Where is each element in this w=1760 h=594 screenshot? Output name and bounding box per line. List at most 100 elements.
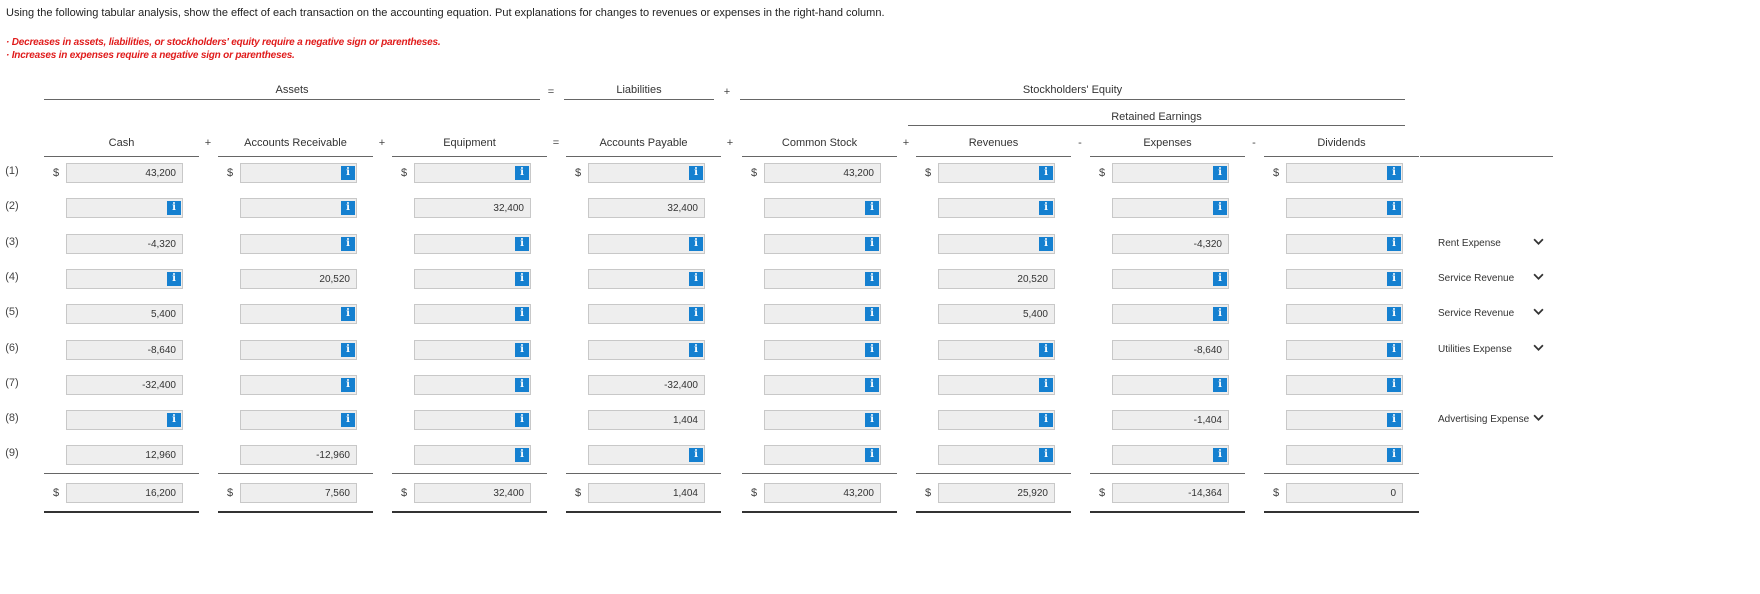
explanation-select[interactable]: Service Revenue bbox=[1426, 269, 1546, 289]
info-icon[interactable]: i bbox=[1213, 448, 1227, 462]
amount-input[interactable] bbox=[764, 410, 881, 430]
amount-input[interactable] bbox=[938, 163, 1055, 183]
amount-input[interactable] bbox=[764, 198, 881, 218]
info-icon[interactable]: i bbox=[1387, 378, 1401, 392]
amount-input[interactable] bbox=[1286, 269, 1403, 289]
info-icon[interactable]: i bbox=[865, 237, 879, 251]
info-icon[interactable]: i bbox=[515, 272, 529, 286]
amount-input[interactable] bbox=[1286, 375, 1403, 395]
info-icon[interactable]: i bbox=[1213, 201, 1227, 215]
amount-input[interactable] bbox=[1286, 410, 1403, 430]
info-icon[interactable]: i bbox=[341, 166, 355, 180]
info-icon[interactable]: i bbox=[1039, 413, 1053, 427]
info-icon[interactable]: i bbox=[1039, 378, 1053, 392]
amount-input[interactable]: -32,400 bbox=[66, 375, 183, 395]
total-input[interactable]: 0 bbox=[1286, 483, 1403, 503]
amount-input[interactable] bbox=[938, 375, 1055, 395]
amount-input[interactable] bbox=[414, 234, 531, 254]
amount-input[interactable] bbox=[240, 234, 357, 254]
amount-input[interactable] bbox=[938, 198, 1055, 218]
amount-input[interactable]: 1,404 bbox=[588, 410, 705, 430]
amount-input[interactable] bbox=[1286, 198, 1403, 218]
amount-input[interactable] bbox=[588, 445, 705, 465]
amount-input[interactable] bbox=[66, 198, 183, 218]
amount-input[interactable] bbox=[414, 340, 531, 360]
info-icon[interactable]: i bbox=[689, 307, 703, 321]
amount-input[interactable] bbox=[414, 445, 531, 465]
amount-input[interactable] bbox=[1286, 234, 1403, 254]
amount-input[interactable] bbox=[1112, 445, 1229, 465]
info-icon[interactable]: i bbox=[1039, 201, 1053, 215]
amount-input[interactable]: 32,400 bbox=[588, 198, 705, 218]
amount-input[interactable] bbox=[414, 163, 531, 183]
amount-input[interactable]: 43,200 bbox=[66, 163, 183, 183]
info-icon[interactable]: i bbox=[1039, 343, 1053, 357]
info-icon[interactable]: i bbox=[515, 237, 529, 251]
info-icon[interactable]: i bbox=[1387, 307, 1401, 321]
amount-input[interactable] bbox=[240, 198, 357, 218]
amount-input[interactable] bbox=[66, 410, 183, 430]
info-icon[interactable]: i bbox=[1387, 237, 1401, 251]
info-icon[interactable]: i bbox=[865, 272, 879, 286]
amount-input[interactable] bbox=[938, 340, 1055, 360]
info-icon[interactable]: i bbox=[1213, 378, 1227, 392]
info-icon[interactable]: i bbox=[689, 166, 703, 180]
amount-input[interactable] bbox=[1286, 304, 1403, 324]
info-icon[interactable]: i bbox=[1387, 166, 1401, 180]
amount-input[interactable]: 12,960 bbox=[66, 445, 183, 465]
amount-input[interactable] bbox=[588, 269, 705, 289]
info-icon[interactable]: i bbox=[1213, 307, 1227, 321]
total-input[interactable]: -14,364 bbox=[1112, 483, 1229, 503]
info-icon[interactable]: i bbox=[515, 448, 529, 462]
info-icon[interactable]: i bbox=[1387, 448, 1401, 462]
info-icon[interactable]: i bbox=[865, 343, 879, 357]
amount-input[interactable] bbox=[588, 304, 705, 324]
info-icon[interactable]: i bbox=[515, 343, 529, 357]
info-icon[interactable]: i bbox=[689, 448, 703, 462]
info-icon[interactable]: i bbox=[515, 378, 529, 392]
amount-input[interactable]: -4,320 bbox=[1112, 234, 1229, 254]
info-icon[interactable]: i bbox=[167, 272, 181, 286]
amount-input[interactable] bbox=[414, 410, 531, 430]
info-icon[interactable]: i bbox=[1039, 166, 1053, 180]
amount-input[interactable] bbox=[66, 269, 183, 289]
total-input[interactable]: 32,400 bbox=[414, 483, 531, 503]
total-input[interactable]: 25,920 bbox=[938, 483, 1055, 503]
amount-input[interactable] bbox=[1112, 304, 1229, 324]
amount-input[interactable] bbox=[588, 234, 705, 254]
amount-input[interactable] bbox=[938, 234, 1055, 254]
info-icon[interactable]: i bbox=[515, 413, 529, 427]
info-icon[interactable]: i bbox=[865, 201, 879, 215]
info-icon[interactable]: i bbox=[515, 166, 529, 180]
info-icon[interactable]: i bbox=[1387, 201, 1401, 215]
info-icon[interactable]: i bbox=[341, 237, 355, 251]
amount-input[interactable] bbox=[588, 163, 705, 183]
amount-input[interactable] bbox=[1112, 375, 1229, 395]
amount-input[interactable]: -32,400 bbox=[588, 375, 705, 395]
amount-input[interactable]: -8,640 bbox=[1112, 340, 1229, 360]
info-icon[interactable]: i bbox=[341, 201, 355, 215]
amount-input[interactable] bbox=[1112, 198, 1229, 218]
amount-input[interactable] bbox=[414, 269, 531, 289]
info-icon[interactable]: i bbox=[865, 413, 879, 427]
amount-input[interactable]: -4,320 bbox=[66, 234, 183, 254]
info-icon[interactable]: i bbox=[865, 378, 879, 392]
info-icon[interactable]: i bbox=[341, 413, 355, 427]
info-icon[interactable]: i bbox=[1213, 272, 1227, 286]
info-icon[interactable]: i bbox=[341, 307, 355, 321]
amount-input[interactable]: -1,404 bbox=[1112, 410, 1229, 430]
info-icon[interactable]: i bbox=[1387, 413, 1401, 427]
total-input[interactable]: 16,200 bbox=[66, 483, 183, 503]
info-icon[interactable]: i bbox=[689, 343, 703, 357]
amount-input[interactable] bbox=[1112, 269, 1229, 289]
amount-input[interactable]: -12,960 bbox=[240, 445, 357, 465]
amount-input[interactable]: 5,400 bbox=[66, 304, 183, 324]
explanation-select[interactable]: Utilities Expense bbox=[1426, 340, 1546, 360]
explanation-select[interactable]: Advertising Expense bbox=[1426, 410, 1546, 430]
amount-input[interactable] bbox=[1286, 340, 1403, 360]
total-input[interactable]: 43,200 bbox=[764, 483, 881, 503]
info-icon[interactable]: i bbox=[167, 413, 181, 427]
amount-input[interactable] bbox=[938, 410, 1055, 430]
amount-input[interactable] bbox=[764, 340, 881, 360]
info-icon[interactable]: i bbox=[341, 343, 355, 357]
